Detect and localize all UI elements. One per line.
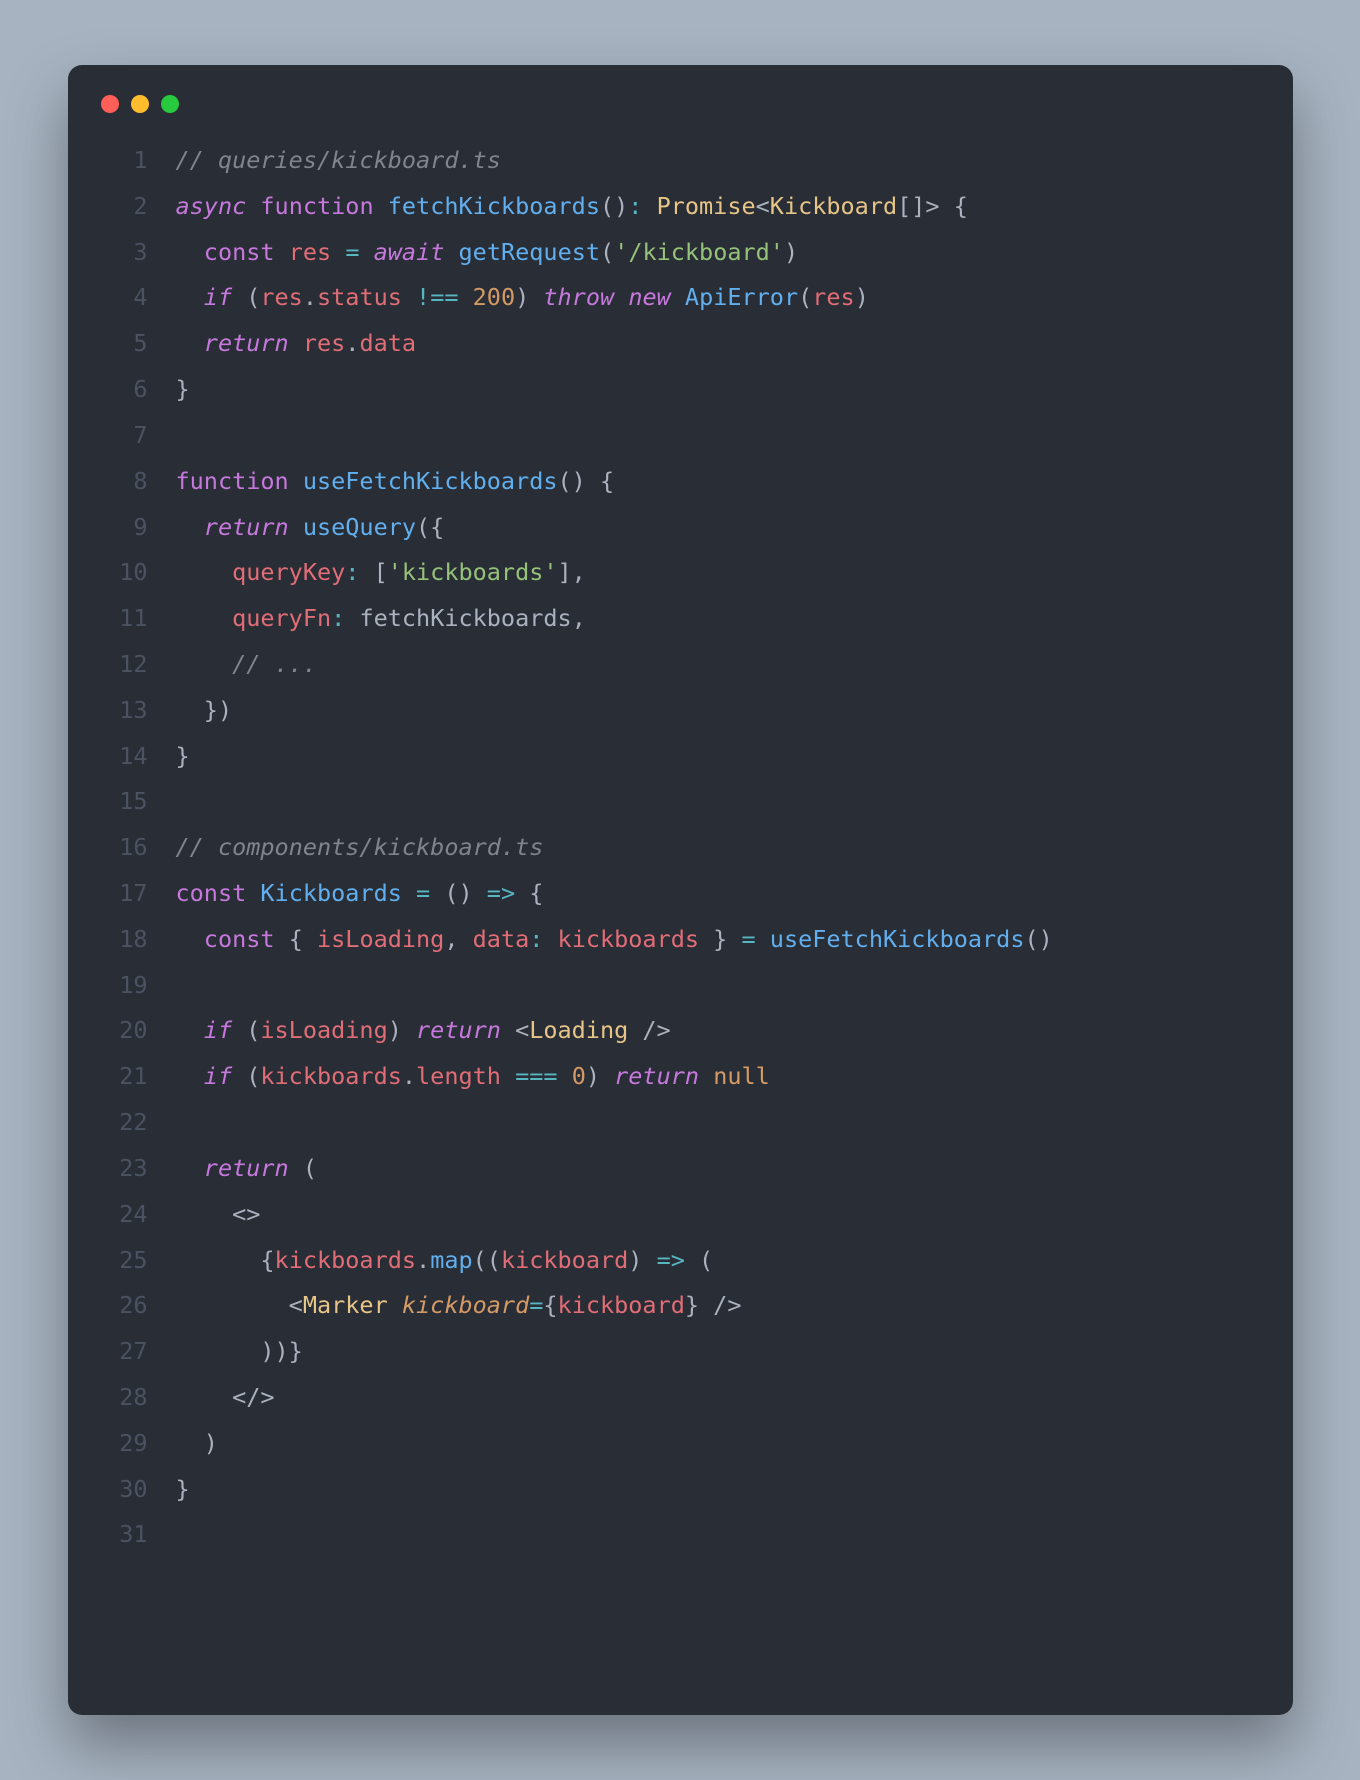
line-number: 12 bbox=[93, 642, 176, 688]
code-line[interactable]: 21 if (kickboards.length === 0) return n… bbox=[93, 1054, 1263, 1100]
code-line[interactable]: 12 // ... bbox=[93, 642, 1263, 688]
code-line[interactable]: 6} bbox=[93, 367, 1263, 413]
code-line[interactable]: 4 if (res.status !== 200) throw new ApiE… bbox=[93, 275, 1263, 321]
code-line[interactable]: 24 <> bbox=[93, 1192, 1263, 1238]
line-number: 18 bbox=[93, 917, 176, 963]
line-number: 9 bbox=[93, 505, 176, 551]
code-line[interactable]: 16// components/kickboard.ts bbox=[93, 825, 1263, 871]
line-content[interactable]: } bbox=[176, 734, 190, 780]
code-line[interactable]: 30} bbox=[93, 1467, 1263, 1513]
line-number: 25 bbox=[93, 1238, 176, 1284]
line-number: 5 bbox=[93, 321, 176, 367]
code-line[interactable]: 3 const res = await getRequest('/kickboa… bbox=[93, 230, 1263, 276]
code-line[interactable]: 1// queries/kickboard.ts bbox=[93, 138, 1263, 184]
code-line[interactable]: 23 return ( bbox=[93, 1146, 1263, 1192]
code-line[interactable]: 7 bbox=[93, 413, 1263, 459]
line-content[interactable]: const { isLoading, data: kickboards } = … bbox=[176, 917, 1053, 963]
line-number: 10 bbox=[93, 550, 176, 596]
line-number: 7 bbox=[93, 413, 176, 459]
line-number: 19 bbox=[93, 963, 176, 1009]
code-line[interactable]: 20 if (isLoading) return <Loading /> bbox=[93, 1008, 1263, 1054]
line-number: 22 bbox=[93, 1100, 176, 1146]
line-number: 31 bbox=[93, 1512, 176, 1558]
line-content[interactable]: if (kickboards.length === 0) return null bbox=[176, 1054, 770, 1100]
line-content[interactable]: // components/kickboard.ts bbox=[176, 825, 544, 871]
line-content[interactable]: async function fetchKickboards(): Promis… bbox=[176, 184, 968, 230]
line-number: 21 bbox=[93, 1054, 176, 1100]
line-number: 3 bbox=[93, 230, 176, 276]
code-line[interactable]: 26 <Marker kickboard={kickboard} /> bbox=[93, 1283, 1263, 1329]
window-traffic-lights bbox=[93, 93, 1263, 138]
line-number: 8 bbox=[93, 459, 176, 505]
code-line[interactable]: 11 queryFn: fetchKickboards, bbox=[93, 596, 1263, 642]
line-content[interactable]: }) bbox=[176, 688, 233, 734]
code-line[interactable]: 8function useFetchKickboards() { bbox=[93, 459, 1263, 505]
traffic-light-zoom-icon[interactable] bbox=[161, 95, 179, 113]
code-line[interactable]: 17const Kickboards = () => { bbox=[93, 871, 1263, 917]
line-content[interactable]: queryKey: ['kickboards'], bbox=[176, 550, 586, 596]
line-number: 2 bbox=[93, 184, 176, 230]
code-line[interactable]: 22 bbox=[93, 1100, 1263, 1146]
line-number: 28 bbox=[93, 1375, 176, 1421]
line-number: 16 bbox=[93, 825, 176, 871]
code-line[interactable]: 15 bbox=[93, 779, 1263, 825]
line-content[interactable]: } bbox=[176, 367, 190, 413]
line-number: 26 bbox=[93, 1283, 176, 1329]
line-content[interactable]: queryFn: fetchKickboards, bbox=[176, 596, 586, 642]
line-content[interactable]: if (res.status !== 200) throw new ApiErr… bbox=[176, 275, 869, 321]
code-area[interactable]: 1// queries/kickboard.ts2async function … bbox=[93, 138, 1263, 1558]
line-number: 11 bbox=[93, 596, 176, 642]
line-number: 29 bbox=[93, 1421, 176, 1467]
line-number: 13 bbox=[93, 688, 176, 734]
line-content[interactable]: if (isLoading) return <Loading /> bbox=[176, 1008, 671, 1054]
line-number: 14 bbox=[93, 734, 176, 780]
code-line[interactable]: 10 queryKey: ['kickboards'], bbox=[93, 550, 1263, 596]
line-content[interactable]: } bbox=[176, 1467, 190, 1513]
code-line[interactable]: 19 bbox=[93, 963, 1263, 1009]
line-content[interactable]: <> bbox=[176, 1192, 261, 1238]
line-content[interactable]: ))} bbox=[176, 1329, 303, 1375]
line-content[interactable]: </> bbox=[176, 1375, 275, 1421]
code-line[interactable]: 9 return useQuery({ bbox=[93, 505, 1263, 551]
line-content[interactable]: {kickboards.map((kickboard) => ( bbox=[176, 1238, 714, 1284]
line-content[interactable]: ) bbox=[176, 1421, 218, 1467]
line-content[interactable]: return useQuery({ bbox=[176, 505, 445, 551]
line-number: 4 bbox=[93, 275, 176, 321]
line-content[interactable]: // ... bbox=[176, 642, 317, 688]
code-line[interactable]: 5 return res.data bbox=[93, 321, 1263, 367]
code-line[interactable]: 25 {kickboards.map((kickboard) => ( bbox=[93, 1238, 1263, 1284]
line-number: 17 bbox=[93, 871, 176, 917]
code-editor-window: 1// queries/kickboard.ts2async function … bbox=[68, 65, 1293, 1715]
line-number: 24 bbox=[93, 1192, 176, 1238]
line-number: 6 bbox=[93, 367, 176, 413]
line-content[interactable]: // queries/kickboard.ts bbox=[176, 138, 501, 184]
code-line[interactable]: 31 bbox=[93, 1512, 1263, 1558]
line-content[interactable]: const Kickboards = () => { bbox=[176, 871, 544, 917]
line-number: 1 bbox=[93, 138, 176, 184]
code-line[interactable]: 29 ) bbox=[93, 1421, 1263, 1467]
line-content[interactable]: const res = await getRequest('/kickboard… bbox=[176, 230, 799, 276]
code-line[interactable]: 14} bbox=[93, 734, 1263, 780]
code-line[interactable]: 13 }) bbox=[93, 688, 1263, 734]
line-content[interactable]: return ( bbox=[176, 1146, 317, 1192]
line-number: 27 bbox=[93, 1329, 176, 1375]
code-line[interactable]: 28 </> bbox=[93, 1375, 1263, 1421]
line-number: 23 bbox=[93, 1146, 176, 1192]
line-content[interactable]: <Marker kickboard={kickboard} /> bbox=[176, 1283, 742, 1329]
code-line[interactable]: 2async function fetchKickboards(): Promi… bbox=[93, 184, 1263, 230]
line-content[interactable]: return res.data bbox=[176, 321, 417, 367]
code-line[interactable]: 27 ))} bbox=[93, 1329, 1263, 1375]
line-number: 15 bbox=[93, 779, 176, 825]
line-number: 20 bbox=[93, 1008, 176, 1054]
code-line[interactable]: 18 const { isLoading, data: kickboards }… bbox=[93, 917, 1263, 963]
traffic-light-minimize-icon[interactable] bbox=[131, 95, 149, 113]
line-number: 30 bbox=[93, 1467, 176, 1513]
traffic-light-close-icon[interactable] bbox=[101, 95, 119, 113]
line-content[interactable]: function useFetchKickboards() { bbox=[176, 459, 615, 505]
